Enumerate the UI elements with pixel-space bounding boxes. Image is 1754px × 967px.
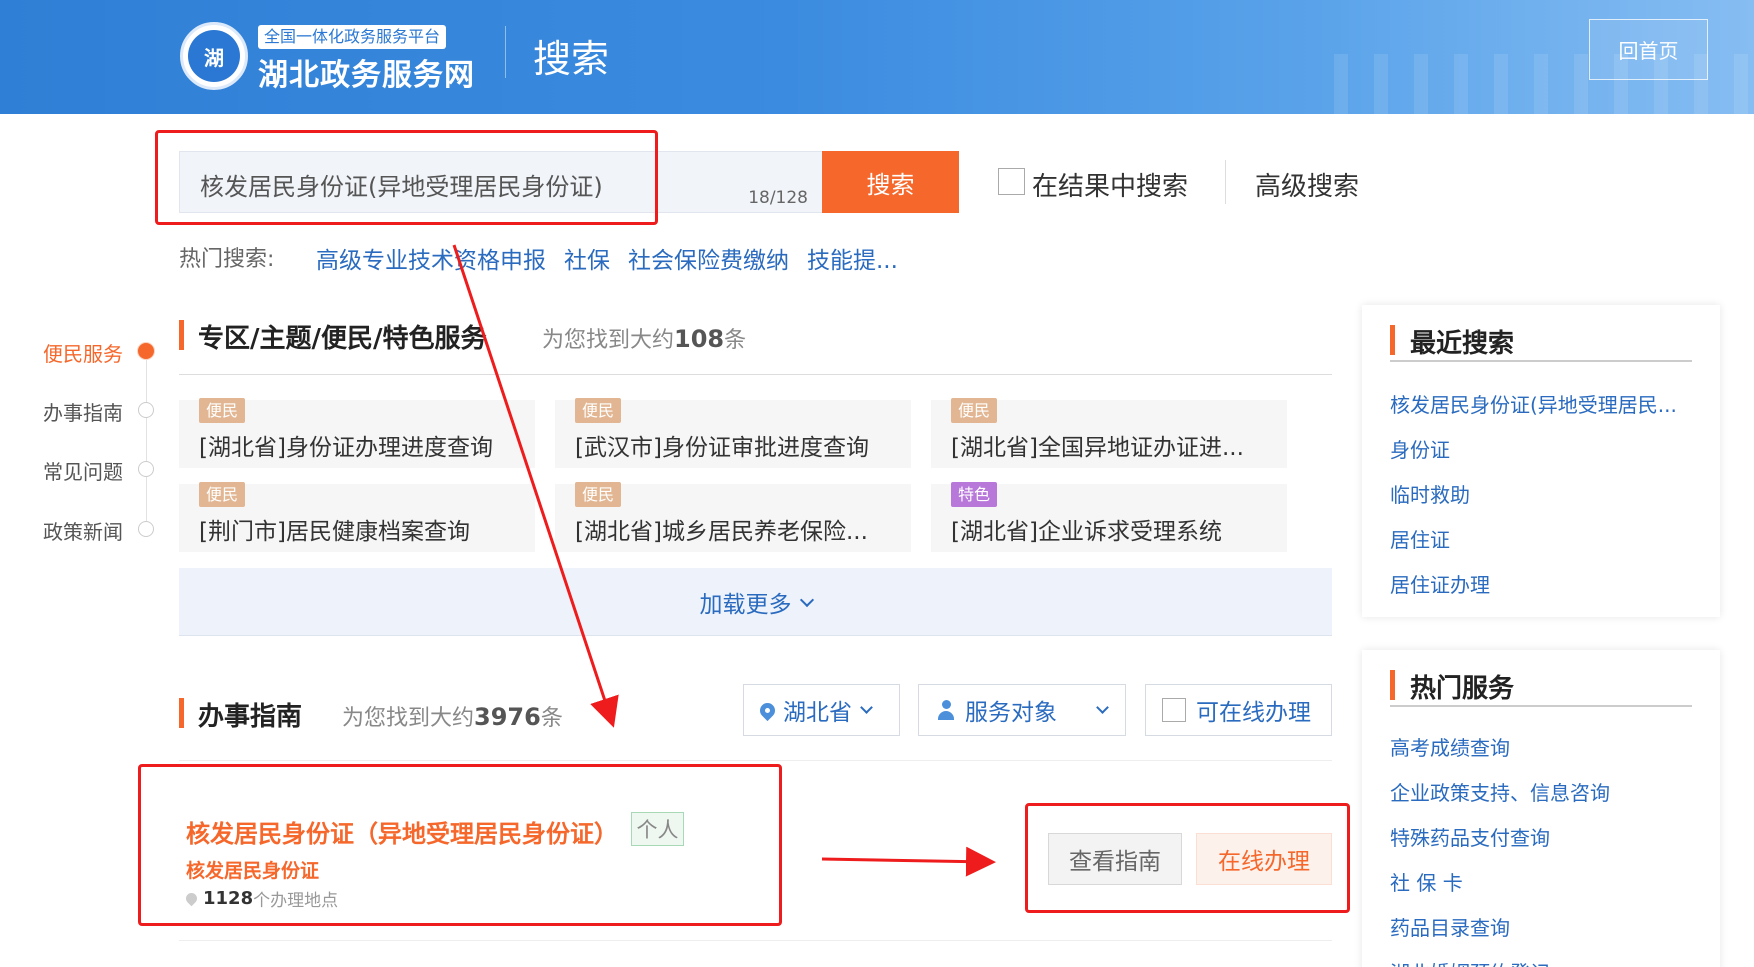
annotation-arrow-right — [821, 846, 996, 877]
annotation-arrow-down — [452, 244, 619, 728]
annotation-arrows — [452, 244, 996, 877]
